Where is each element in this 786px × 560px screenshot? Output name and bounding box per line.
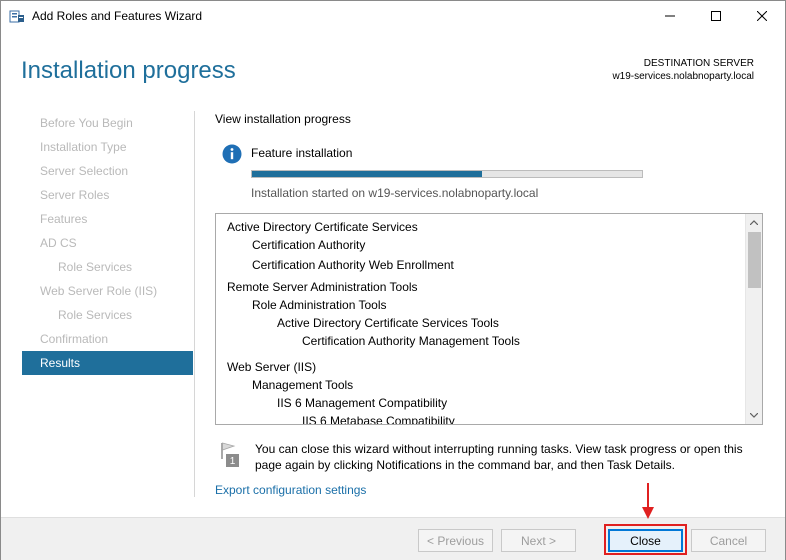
chevron-down-icon	[750, 413, 758, 418]
destination-server-name: w19-services.nolabnoparty.local	[612, 71, 754, 82]
minimize-icon	[665, 15, 675, 17]
progress-fill	[252, 171, 483, 177]
feature-list-item: Role Administration Tools	[252, 298, 387, 312]
nav-item-server-selection[interactable]: Server Selection	[22, 159, 193, 183]
wizard-window: Add Roles and Features Wizard Installati…	[0, 0, 786, 560]
feature-list-content: Active Directory Certificate Services Cer…	[216, 214, 746, 424]
page-title: Installation progress	[21, 57, 236, 84]
nav-item-features[interactable]: Features	[22, 207, 193, 231]
notice-line-1: You can close this wizard without interr…	[255, 442, 743, 456]
nav-item-installation-type[interactable]: Installation Type	[22, 135, 193, 159]
feature-list-item: Certification Authority Management Tools	[302, 334, 520, 348]
feature-list-item: Remote Server Administration Tools	[227, 280, 418, 294]
feature-list-item: Certification Authority	[252, 238, 366, 252]
minimize-button[interactable]	[647, 1, 693, 31]
scroll-thumb[interactable]	[748, 232, 761, 288]
server-manager-icon	[9, 8, 25, 24]
nav-item-iis-role-services[interactable]: Role Services	[22, 303, 193, 327]
window-title: Add Roles and Features Wizard	[32, 9, 203, 23]
nav-divider	[194, 111, 195, 497]
nav-item-ad-cs-role-services[interactable]: Role Services	[22, 255, 193, 279]
title-bar[interactable]: Add Roles and Features Wizard	[1, 1, 785, 31]
feature-list-scrollbar[interactable]	[745, 214, 762, 424]
feature-installation-label: Feature installation	[251, 146, 353, 160]
scroll-up-button[interactable]	[746, 214, 762, 231]
window-close-button[interactable]	[739, 1, 785, 31]
next-button[interactable]: Next >	[501, 529, 576, 552]
info-icon	[222, 144, 242, 164]
maximize-icon	[711, 11, 721, 21]
scroll-down-button[interactable]	[746, 407, 762, 424]
nav-item-server-roles[interactable]: Server Roles	[22, 183, 193, 207]
nav-item-ad-cs[interactable]: AD CS	[22, 231, 193, 255]
chevron-up-icon	[750, 220, 758, 225]
feature-list-item: Active Directory Certificate Services To…	[277, 316, 499, 330]
feature-list-item: Management Tools	[252, 378, 354, 392]
feature-list[interactable]: Active Directory Certificate Services Cer…	[215, 213, 763, 425]
nav-item-before-you-begin[interactable]: Before You Begin	[22, 111, 193, 135]
export-configuration-link[interactable]: Export configuration settings	[215, 483, 366, 497]
feature-list-item: IIS 6 Management Compatibility	[277, 396, 448, 410]
red-arrow-down-icon	[642, 483, 654, 519]
close-button-highlight	[604, 524, 687, 555]
notification-badge: 1	[230, 456, 236, 467]
close-wizard-notice: You can close this wizard without interr…	[255, 441, 755, 473]
destination-server-label: DESTINATION SERVER	[643, 58, 754, 69]
wizard-nav: Before You Begin Installation Type Serve…	[22, 111, 193, 375]
feature-list-item: IIS 6 Metabase Compatibility	[302, 414, 455, 424]
installation-started-label: Installation started on w19-services.nol…	[251, 186, 539, 200]
installation-progress-bar	[251, 170, 643, 178]
maximize-button[interactable]	[693, 1, 739, 31]
nav-item-confirmation[interactable]: Confirmation	[22, 327, 193, 351]
notification-flag-icon: 1	[219, 442, 241, 468]
feature-list-item: Web Server (IIS)	[227, 360, 317, 374]
cancel-button[interactable]: Cancel	[691, 529, 766, 552]
notice-line-2: page again by clicking Notifications in …	[255, 458, 676, 472]
close-icon	[757, 11, 767, 21]
feature-list-item: Active Directory Certificate Services	[227, 220, 418, 234]
nav-item-results[interactable]: Results	[22, 351, 193, 375]
feature-list-item: Certification Authority Web Enrollment	[252, 258, 454, 272]
nav-item-web-server-role[interactable]: Web Server Role (IIS)	[22, 279, 193, 303]
previous-button[interactable]: < Previous	[418, 529, 493, 552]
view-progress-label: View installation progress	[215, 112, 351, 126]
